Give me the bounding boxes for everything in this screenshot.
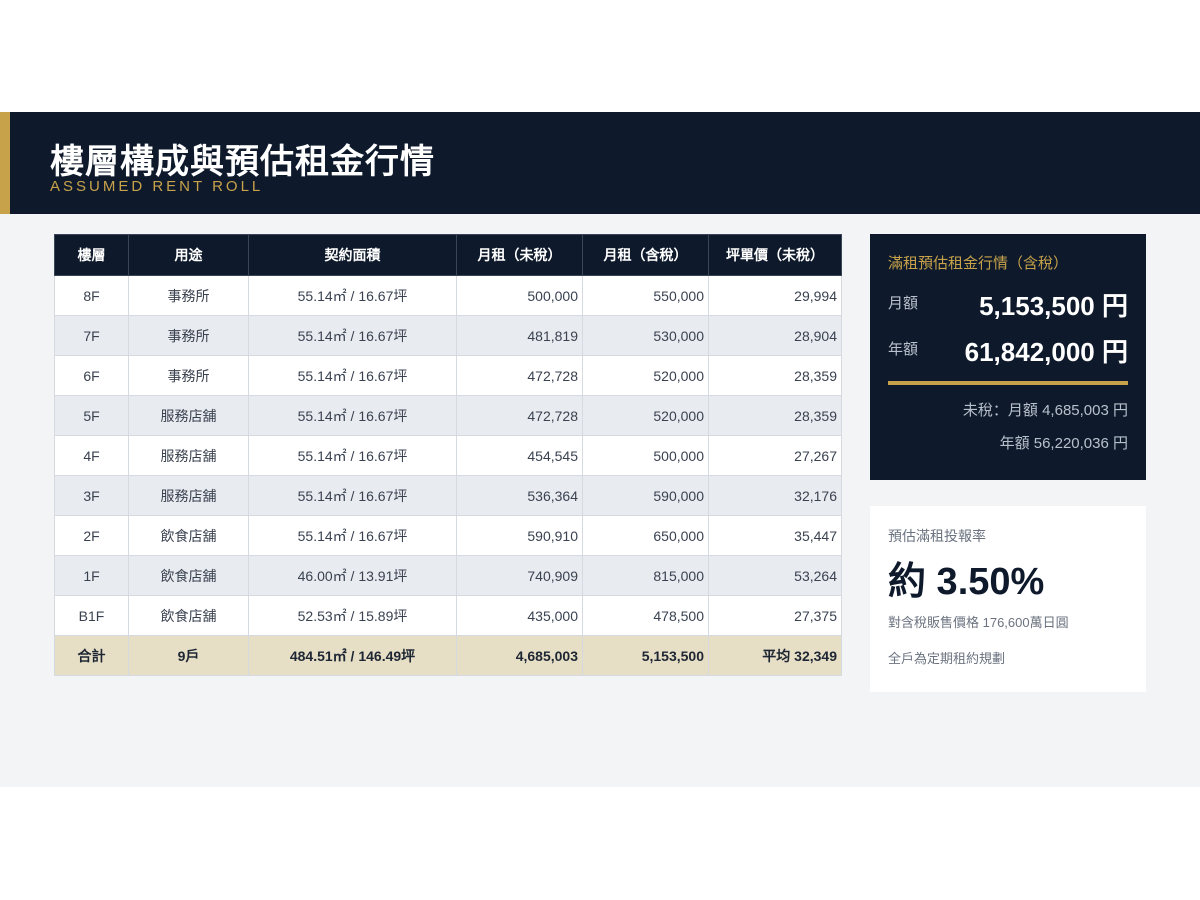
use-cell: 飲食店舖 (128, 555, 249, 596)
rent-ex-cell: 472,728 (456, 395, 583, 436)
total-rent-inc-cell: 5,153,500 (582, 635, 709, 676)
table-row: 3F 服務店舖 55.14㎡ / 16.67坪 536,364 590,000 … (54, 475, 842, 516)
tsubo-price-cell: 28,904 (708, 315, 842, 356)
table-row: 1F 飲食店舖 46.00㎡ / 13.91坪 740,909 815,000 … (54, 555, 842, 596)
column-header: 樓層 (54, 234, 129, 276)
tsubo-price-cell: 27,267 (708, 435, 842, 476)
rent-inc-cell: 520,000 (582, 395, 709, 436)
header-accent-bar (0, 112, 10, 214)
floor-cell: 8F (54, 275, 129, 316)
monthly-value: 5,153,500 円 (979, 291, 1128, 321)
area-cell: 55.14㎡ / 16.67坪 (248, 275, 457, 316)
tsubo-price-cell: 29,994 (708, 275, 842, 316)
average-tsubo-price-cell: 平均 32,349 (708, 635, 842, 676)
rent-inc-cell: 530,000 (582, 315, 709, 356)
column-header: 坪單價（未稅） (708, 234, 842, 276)
header-banner: 樓層構成與預估租金行情 ASSUMED RENT ROLL (0, 112, 1200, 214)
table-row: 4F 服務店舖 55.14㎡ / 16.67坪 454,545 500,000 … (54, 435, 842, 476)
page-subtitle: ASSUMED RENT ROLL (50, 178, 264, 195)
yield-card: 預估滿租投報率 約 3.50% 對含稅販售價格 176,600萬日圓 全戶為定期… (870, 506, 1146, 692)
area-cell: 55.14㎡ / 16.67坪 (248, 435, 457, 476)
rent-ex-cell: 481,819 (456, 315, 583, 356)
use-cell: 飲食店舖 (128, 515, 249, 556)
area-cell: 46.00㎡ / 13.91坪 (248, 555, 457, 596)
yield-value: 約 3.50% (888, 561, 1045, 603)
total-rent-ex-cell: 4,685,003 (456, 635, 583, 676)
total-label-cell: 合計 (54, 635, 129, 676)
tsubo-price-cell: 27,375 (708, 595, 842, 636)
use-cell: 服務店舖 (128, 475, 249, 516)
rent-inc-cell: 590,000 (582, 475, 709, 516)
floor-cell: B1F (54, 595, 129, 636)
rent-inc-cell: 520,000 (582, 355, 709, 396)
yield-label: 預估滿租投報率 (888, 528, 986, 544)
table-row: 7F 事務所 55.14㎡ / 16.67坪 481,819 530,000 2… (54, 315, 842, 356)
total-row: 合計 9戶 484.51㎡ / 146.49坪 4,685,003 5,153,… (54, 635, 842, 676)
column-header: 用途 (128, 234, 249, 276)
column-header: 契約面積 (248, 234, 457, 276)
use-cell: 事務所 (128, 275, 249, 316)
rent-ex-cell: 536,364 (456, 475, 583, 516)
floor-cell: 1F (54, 555, 129, 596)
area-cell: 55.14㎡ / 16.67坪 (248, 395, 457, 436)
use-cell: 飲食店舖 (128, 595, 249, 636)
floor-cell: 4F (54, 435, 129, 476)
rent-inc-cell: 550,000 (582, 275, 709, 316)
table-row: 2F 飲食店舖 55.14㎡ / 16.67坪 590,910 650,000 … (54, 515, 842, 556)
use-cell: 事務所 (128, 355, 249, 396)
tsubo-price-cell: 28,359 (708, 355, 842, 396)
annual-value: 61,842,000 円 (964, 337, 1128, 367)
tsubo-price-cell: 28,359 (708, 395, 842, 436)
tsubo-price-cell: 35,447 (708, 515, 842, 556)
rent-ex-cell: 435,000 (456, 595, 583, 636)
rent-ex-cell: 454,545 (456, 435, 583, 476)
floor-cell: 7F (54, 315, 129, 356)
pretax-annual-note: 年額 56,220,036 円 (999, 435, 1128, 452)
yield-price-note: 對含稅販售價格 176,600萬日圓 (888, 615, 1069, 630)
table-row: 5F 服務店舖 55.14㎡ / 16.67坪 472,728 520,000 … (54, 395, 842, 436)
summary-heading: 滿租預估租金行情（含稅） (888, 255, 1069, 272)
rent-summary-card: 滿租預估租金行情（含稅） 月額 5,153,500 円 年額 61,842,00… (870, 234, 1146, 480)
table-row: 6F 事務所 55.14㎡ / 16.67坪 472,728 520,000 2… (54, 355, 842, 396)
floor-cell: 3F (54, 475, 129, 516)
rent-ex-cell: 590,910 (456, 515, 583, 556)
table-header-row: 樓層 用途 契約面積 月租（未稅） 月租（含稅） 坪單價（未稅） (54, 234, 842, 276)
summary-divider (888, 381, 1128, 385)
use-cell: 服務店舖 (128, 395, 249, 436)
rent-inc-cell: 650,000 (582, 515, 709, 556)
pretax-monthly-note: 未稅：月額 4,685,003 円 (962, 402, 1128, 419)
yield-lease-note: 全戶為定期租約規劃 (888, 651, 1006, 666)
floor-cell: 5F (54, 395, 129, 436)
monthly-label: 月額 (888, 295, 919, 312)
table-row: 8F 事務所 55.14㎡ / 16.67坪 500,000 550,000 2… (54, 275, 842, 316)
floor-cell: 2F (54, 515, 129, 556)
rent-inc-cell: 500,000 (582, 435, 709, 476)
use-cell: 服務店舖 (128, 435, 249, 476)
rent-ex-cell: 740,909 (456, 555, 583, 596)
tsubo-price-cell: 32,176 (708, 475, 842, 516)
page-title: 樓層構成與預估租金行情 (50, 143, 435, 181)
annual-label: 年額 (888, 341, 919, 358)
tsubo-price-cell: 53,264 (708, 555, 842, 596)
floor-cell: 6F (54, 355, 129, 396)
column-header: 月租（含稅） (582, 234, 709, 276)
table-row: B1F 飲食店舖 52.53㎡ / 15.89坪 435,000 478,500… (54, 595, 842, 636)
rent-ex-cell: 500,000 (456, 275, 583, 316)
column-header: 月租（未稅） (456, 234, 583, 276)
area-cell: 55.14㎡ / 16.67坪 (248, 515, 457, 556)
total-units-cell: 9戶 (128, 635, 249, 676)
use-cell: 事務所 (128, 315, 249, 356)
rent-roll-table: 樓層 用途 契約面積 月租（未稅） 月租（含稅） 坪單價（未稅） 8F 事務所 … (54, 234, 842, 676)
area-cell: 55.14㎡ / 16.67坪 (248, 355, 457, 396)
total-area-cell: 484.51㎡ / 146.49坪 (248, 635, 457, 676)
area-cell: 55.14㎡ / 16.67坪 (248, 315, 457, 356)
slide: 樓層構成與預估租金行情 ASSUMED RENT ROLL 樓層 用途 契約面積… (0, 112, 1200, 787)
rent-ex-cell: 472,728 (456, 355, 583, 396)
area-cell: 55.14㎡ / 16.67坪 (248, 475, 457, 516)
rent-inc-cell: 815,000 (582, 555, 709, 596)
area-cell: 52.53㎡ / 15.89坪 (248, 595, 457, 636)
rent-inc-cell: 478,500 (582, 595, 709, 636)
